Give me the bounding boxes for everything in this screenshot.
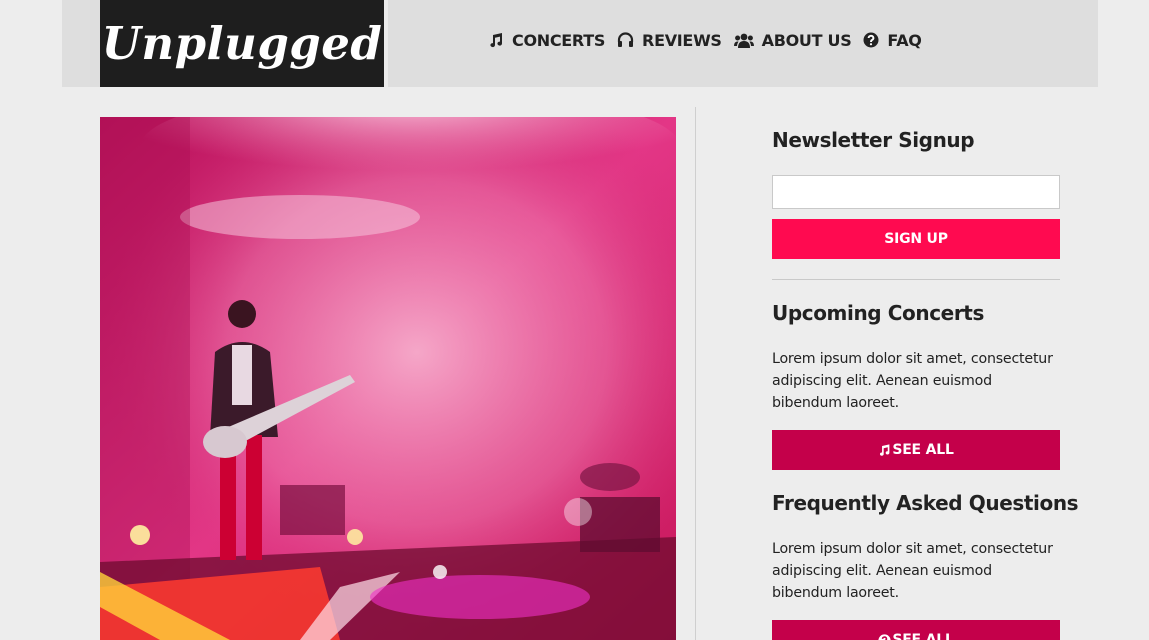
content-divider [695, 107, 696, 640]
see-all-concerts-button[interactable]: SEE ALL [772, 430, 1060, 470]
hero-concert-photo [100, 117, 676, 640]
nav-concerts-label: CONCERTS [512, 30, 606, 50]
upcoming-concerts-text: Lorem ipsum dolor sit amet, consectetur … [772, 351, 1053, 411]
music-note-icon [490, 33, 503, 48]
newsletter-title: Newsletter Signup [772, 128, 975, 152]
see-all-faq-label: SEE ALL [892, 632, 954, 640]
logo[interactable]: Unplugged [100, 0, 384, 87]
nav-reviews-label: REVIEWS [642, 30, 722, 50]
concert-photo-illustration [100, 117, 676, 640]
nav-about-label: ABOUT US [761, 30, 852, 50]
newsletter-email-input[interactable] [772, 175, 1060, 209]
question-circle-icon [878, 633, 891, 640]
headphones-icon [617, 32, 634, 47]
signup-button[interactable]: SIGN UP [772, 219, 1060, 259]
music-note-icon [880, 444, 890, 456]
nav-concerts[interactable]: CONCERTS [488, 31, 605, 50]
faq-title: Frequently Asked Questions [772, 491, 1079, 515]
upcoming-concerts-title: Upcoming Concerts [772, 301, 984, 325]
logo-edge [384, 0, 388, 87]
nav-faq-label: FAQ [887, 30, 922, 50]
nav-about[interactable]: ABOUT US [733, 30, 852, 50]
signup-button-label: SIGN UP [884, 231, 948, 247]
sidebar-divider [772, 279, 1060, 280]
users-icon [733, 33, 754, 48]
see-all-concerts-label: SEE ALL [892, 442, 954, 458]
nav-faq[interactable]: FAQ [863, 30, 922, 50]
question-circle-icon [863, 32, 879, 48]
logo-text: Unplugged [101, 17, 383, 70]
main-nav: CONCERTS REVIEWS ABOUT US FAQ [488, 28, 934, 52]
see-all-faq-button[interactable]: SEE ALL [772, 620, 1060, 640]
faq-text: Lorem ipsum dolor sit amet, consectetur … [772, 541, 1053, 601]
nav-reviews[interactable]: REVIEWS [617, 31, 722, 50]
site-header: Unplugged CONCERTS REVIEWS ABOUT US FAQ [62, 0, 1098, 87]
